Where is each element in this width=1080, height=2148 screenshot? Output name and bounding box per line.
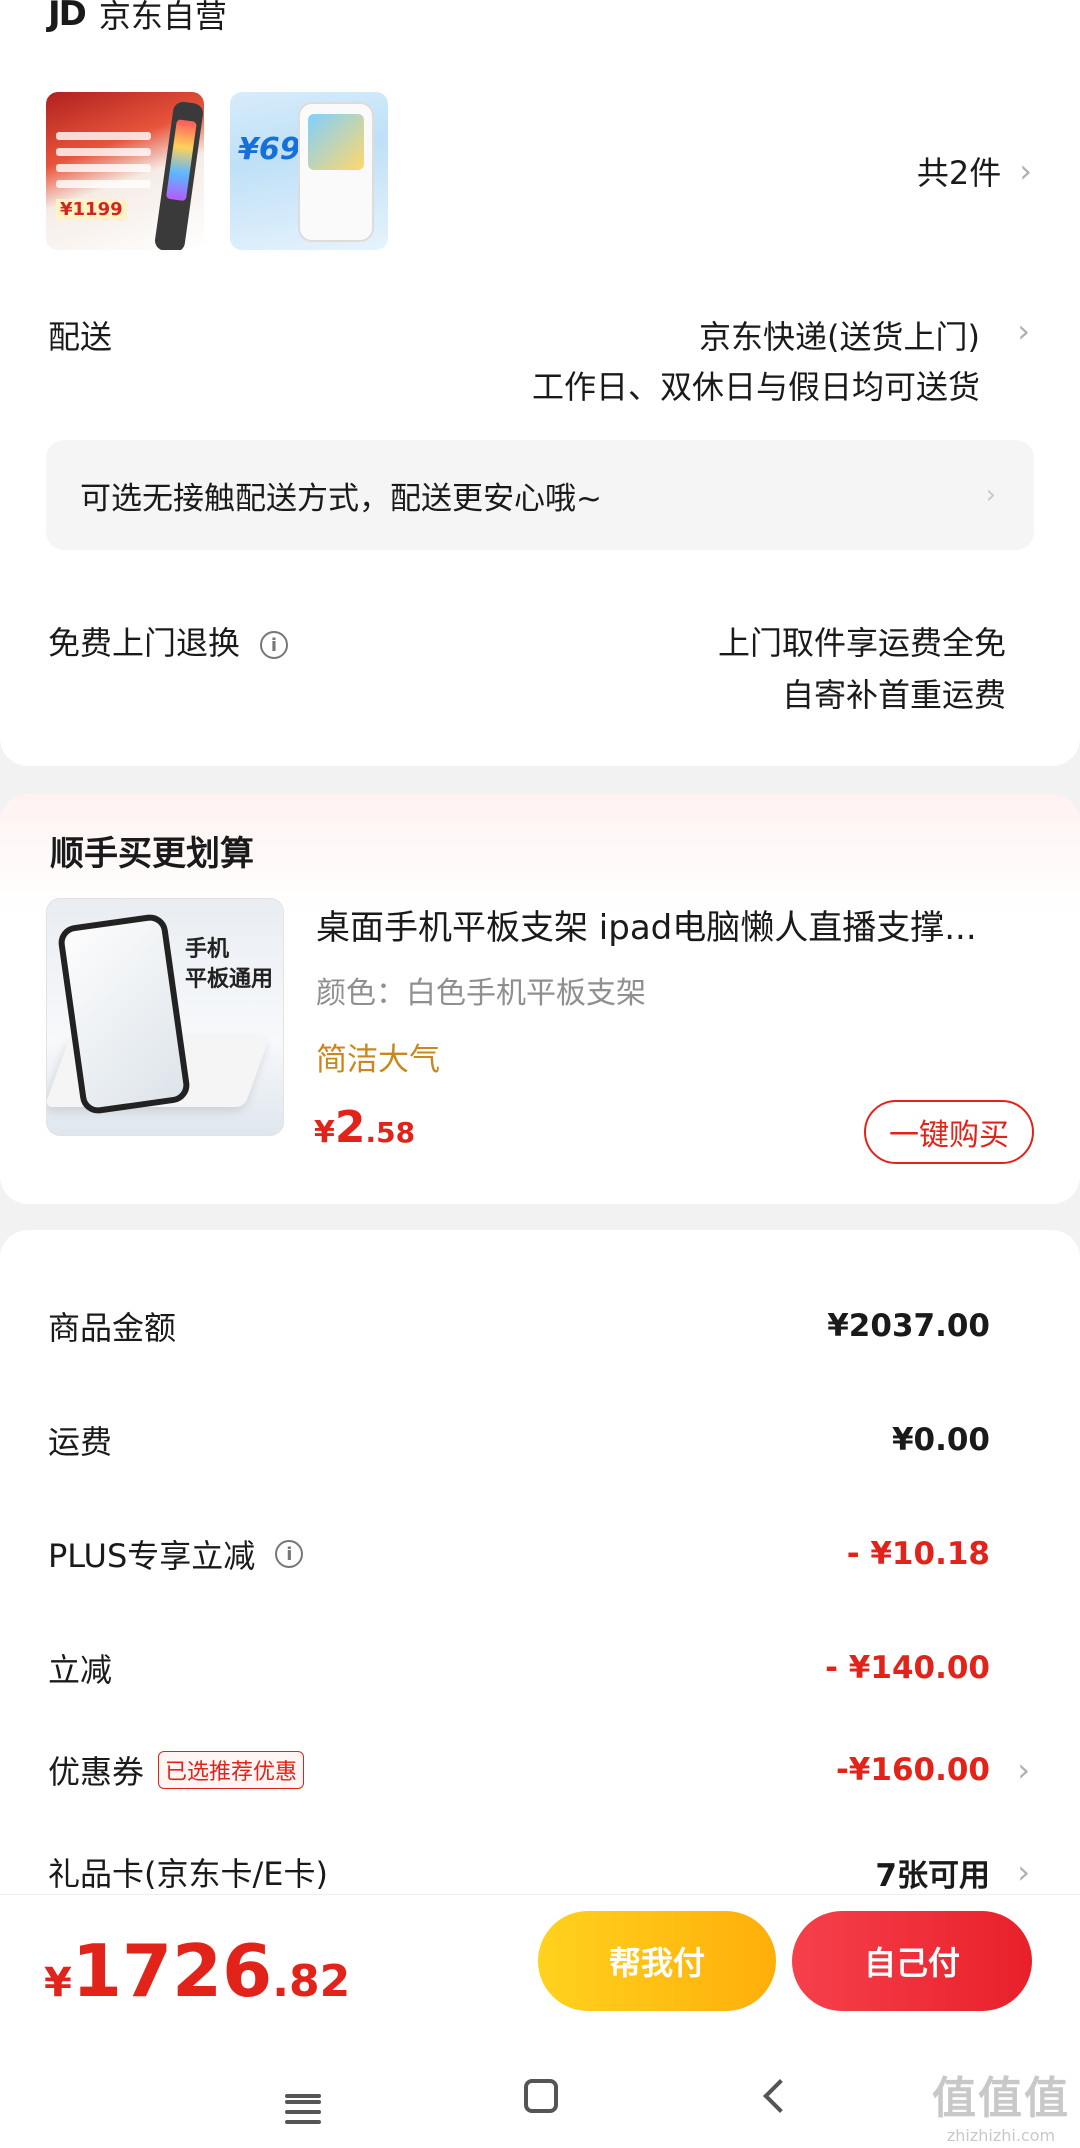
- price-row-label: 商品金额: [48, 1309, 177, 1347]
- price-row-label: 立减: [48, 1651, 113, 1689]
- chevron-right-icon[interactable]: ›: [1017, 1740, 1030, 1800]
- total-currency: ¥: [44, 1960, 72, 2006]
- free-return-label: 免费上门退换 i: [48, 618, 289, 664]
- price-row-label-wrap: 优惠券 已选推荐优惠: [48, 1740, 305, 1800]
- price-row-shipping: 运费 ¥0.00: [0, 1410, 1080, 1470]
- jd-logo: JD: [48, 0, 87, 34]
- price-row-label: 运费: [48, 1423, 113, 1461]
- price-detail-card: 商品金额 ¥2037.00 运费 ¥0.00 PLUS专享立减 i - ¥10.1…: [0, 1230, 1080, 1950]
- recommendation-title: 顺手买更划算: [50, 834, 254, 874]
- chevron-right-icon[interactable]: ›: [1017, 1842, 1030, 1902]
- total-price: ¥1726.82: [44, 1929, 350, 2013]
- info-icon[interactable]: i: [275, 1540, 304, 1568]
- product-thumbnail-pen[interactable]: ¥1199: [46, 92, 204, 250]
- price-row-gift-card[interactable]: 礼品卡(京东卡/E卡) 7张可用 ›: [0, 1842, 1080, 1902]
- price-row-value: - ¥10.18: [846, 1536, 990, 1572]
- recommendation-card: 顺手买更划算 手机 平板通用 桌面手机平板支架 ipad电脑懒人直播支撑... …: [0, 794, 1080, 1204]
- price-row-value: - ¥140.00: [825, 1650, 990, 1686]
- return-self-send-text: 自寄补首重运费: [781, 676, 1006, 714]
- notice-text: 可选无接触配送方式，配送更安心哦~: [80, 480, 602, 517]
- recommended-product-spec: 颜色：白色手机平板支架: [316, 976, 646, 1011]
- price-row-value: 7张可用: [875, 1857, 990, 1894]
- watermark-logo: 值值值: [932, 2073, 1070, 2124]
- product-thumbnail-device[interactable]: ¥698: [230, 92, 388, 250]
- back-icon: [763, 2079, 797, 2113]
- home-icon: [524, 2079, 558, 2113]
- delivery-time: 工作日、双休日与假日均可送货: [531, 368, 980, 406]
- recommended-product-price: ¥2.58: [314, 1102, 415, 1153]
- return-pickup-text: 上门取件享运费全免: [717, 624, 1006, 662]
- price-row-value: ¥2037.00: [827, 1308, 990, 1344]
- product-image-caption: 手机 平板通用: [185, 935, 273, 995]
- order-card: JD 京东自营 ¥1199 ¥698 共2件 › 配送 京东快递(送货上门) ›…: [0, 0, 1080, 766]
- item-count-row[interactable]: 共2件 ›: [917, 148, 1032, 194]
- recommended-product-tag: 简洁大气: [316, 1042, 440, 1078]
- chevron-right-icon: ›: [1019, 152, 1032, 190]
- price-row-instant-discount: 立减 - ¥140.00: [0, 1638, 1080, 1698]
- coupon-badge: 已选推荐优惠: [158, 1751, 305, 1789]
- price-decimal: .58: [365, 1116, 416, 1149]
- price-row-goods-amount: 商品金额 ¥2037.00: [0, 1296, 1080, 1356]
- home-button[interactable]: [506, 2064, 576, 2128]
- learning-device-image: [298, 102, 374, 242]
- price-row-value: ¥0.00: [891, 1422, 990, 1458]
- system-nav-bar: 值值值 zhizhizhi.com: [0, 2044, 1080, 2148]
- price-row-label: PLUS专享立减: [48, 1537, 256, 1575]
- price-row-coupon[interactable]: 优惠券 已选推荐优惠 -¥160.00 ›: [0, 1740, 1080, 1800]
- delivery-method[interactable]: 京东快递(送货上门): [699, 312, 980, 358]
- help-me-pay-button[interactable]: 帮我付: [538, 1911, 776, 2011]
- delivery-label: 配送: [48, 318, 113, 356]
- recommended-product-image[interactable]: 手机 平板通用: [46, 898, 284, 1136]
- pay-myself-button[interactable]: 自己付: [792, 1911, 1032, 2011]
- watermark-url: zhizhizhi.com: [946, 2126, 1056, 2145]
- total-integer: 1726: [71, 1929, 273, 2013]
- watermark: 值值值 zhizhizhi.com: [932, 2062, 1070, 2145]
- one-click-buy-button[interactable]: 一键购买: [864, 1100, 1034, 1164]
- price-integer: 2: [334, 1102, 366, 1153]
- item-count: 共2件: [916, 154, 1002, 192]
- reading-pen-image: [153, 100, 204, 250]
- price-row-label: 礼品卡(京东卡/E卡): [48, 1855, 328, 1893]
- price-currency: ¥: [314, 1115, 335, 1150]
- chevron-right-icon[interactable]: ›: [1017, 312, 1030, 350]
- contactless-delivery-notice[interactable]: 可选无接触配送方式，配送更安心哦~ ›: [46, 440, 1034, 550]
- price-row-label-wrap: PLUS专享立减 i: [48, 1524, 304, 1584]
- thumbnail-price: ¥1199: [56, 199, 127, 220]
- checkout-bar: ¥1726.82 帮我付 自己付: [0, 1894, 1080, 2044]
- shop-header[interactable]: JD 京东自营: [48, 0, 227, 36]
- info-icon[interactable]: i: [260, 631, 289, 659]
- price-row-plus-discount: PLUS专享立减 i - ¥10.18: [0, 1524, 1080, 1584]
- shop-name: 京东自营: [98, 0, 227, 35]
- back-button[interactable]: [740, 2064, 810, 2128]
- free-return-text: 免费上门退换: [48, 624, 241, 662]
- recommended-product-name[interactable]: 桌面手机平板支架 ipad电脑懒人直播支撑...: [316, 900, 1036, 949]
- chevron-right-icon: ›: [985, 480, 996, 510]
- thumbnail-text-lines: [56, 132, 151, 196]
- total-decimal: .82: [272, 1956, 351, 2007]
- caption-line: 手机: [184, 937, 229, 962]
- recent-apps-icon[interactable]: [268, 2064, 338, 2128]
- price-row-value: -¥160.00: [835, 1752, 990, 1788]
- price-row-label: 优惠券: [48, 1753, 145, 1791]
- caption-line: 平板通用: [184, 967, 273, 992]
